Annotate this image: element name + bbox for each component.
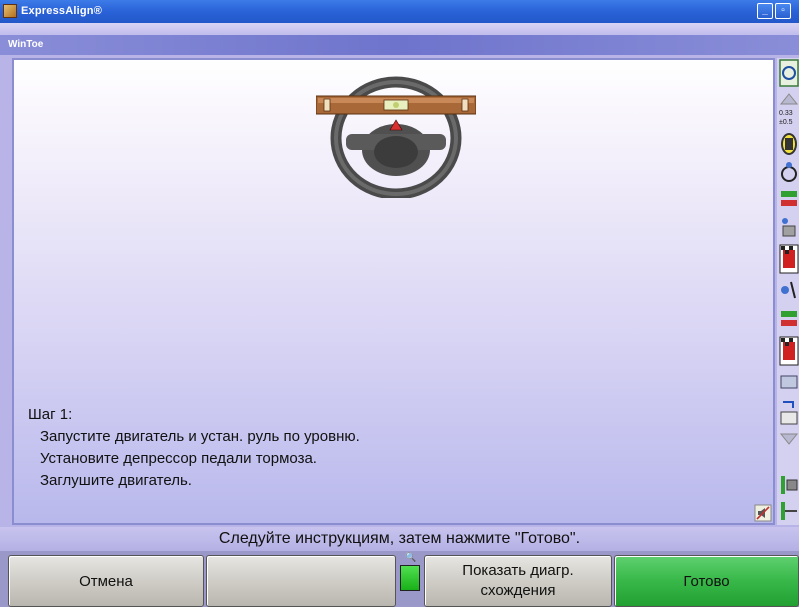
print-icon[interactable] — [779, 398, 799, 428]
blank-button[interactable] — [206, 555, 396, 607]
checkered-flag-icon-2[interactable] — [779, 336, 799, 366]
checkered-flag-icon[interactable] — [779, 244, 799, 274]
toe-icon[interactable] — [779, 278, 799, 304]
show-toe-diagram-button[interactable]: Показать диагр. схождения — [424, 555, 612, 607]
hint-bar: Следуйте инструкциям, затем нажмите "Гот… — [0, 527, 799, 551]
right-toolbar: 0.33 ±0.5 — [777, 58, 799, 525]
diagram-label-line1: Показать диагр. — [462, 562, 574, 579]
zoom-icon: 🔍 — [405, 552, 417, 562]
button-row: Отмена 🔍 Показать диагр. схождения Готов… — [0, 551, 799, 607]
window-title-bar: ExpressAlign® _ ▫ — [0, 0, 799, 23]
sound-off-icon[interactable] — [754, 504, 772, 522]
subtitle-bar: WinToe — [0, 35, 799, 55]
measurement-icon-2[interactable] — [779, 308, 799, 332]
status-indicator — [400, 565, 420, 591]
lift-icon[interactable] — [779, 370, 799, 394]
adjust-icon[interactable] — [779, 216, 799, 240]
instruction-block: Шаг 1: Запустите двигатель и устан. руль… — [28, 404, 360, 492]
instruction-line: Установите депрессор педали тормоза. — [40, 450, 317, 467]
gauge-icon[interactable] — [779, 160, 799, 184]
reading-tolerance: ±0.5 — [779, 119, 793, 126]
instruction-line: Заглушите двигатель. — [40, 472, 192, 489]
steering-wheel-icon — [315, 76, 477, 200]
menu-strip — [0, 23, 799, 35]
measurement-icon[interactable] — [779, 188, 799, 212]
app-icon — [3, 4, 17, 18]
maximize-button[interactable]: ▫ — [775, 3, 791, 19]
scroll-up-icon[interactable] — [779, 92, 799, 106]
done-button[interactable]: Готово — [614, 555, 799, 607]
scroll-down-icon[interactable] — [779, 432, 799, 446]
subtitle: WinToe — [8, 39, 44, 50]
vehicle-icon[interactable] — [779, 474, 799, 496]
tire-icon[interactable] — [779, 132, 799, 156]
main-panel: Шаг 1: Запустите двигатель и устан. руль… — [12, 58, 775, 525]
wrench-tool-icon[interactable] — [779, 58, 799, 88]
instruction-line: Запустите двигатель и устан. руль по уро… — [40, 428, 360, 445]
diagram-label-line2: схождения — [480, 582, 556, 599]
cancel-button[interactable]: Отмена — [8, 555, 204, 607]
step-title: Шаг 1: — [28, 406, 73, 423]
steering-wheel-level-illustration — [315, 74, 477, 200]
reading-value: 0.33 — [779, 110, 793, 117]
axle-icon[interactable] — [779, 500, 799, 522]
minimize-button[interactable]: _ — [757, 3, 773, 19]
window-title: ExpressAlign® — [21, 5, 103, 17]
